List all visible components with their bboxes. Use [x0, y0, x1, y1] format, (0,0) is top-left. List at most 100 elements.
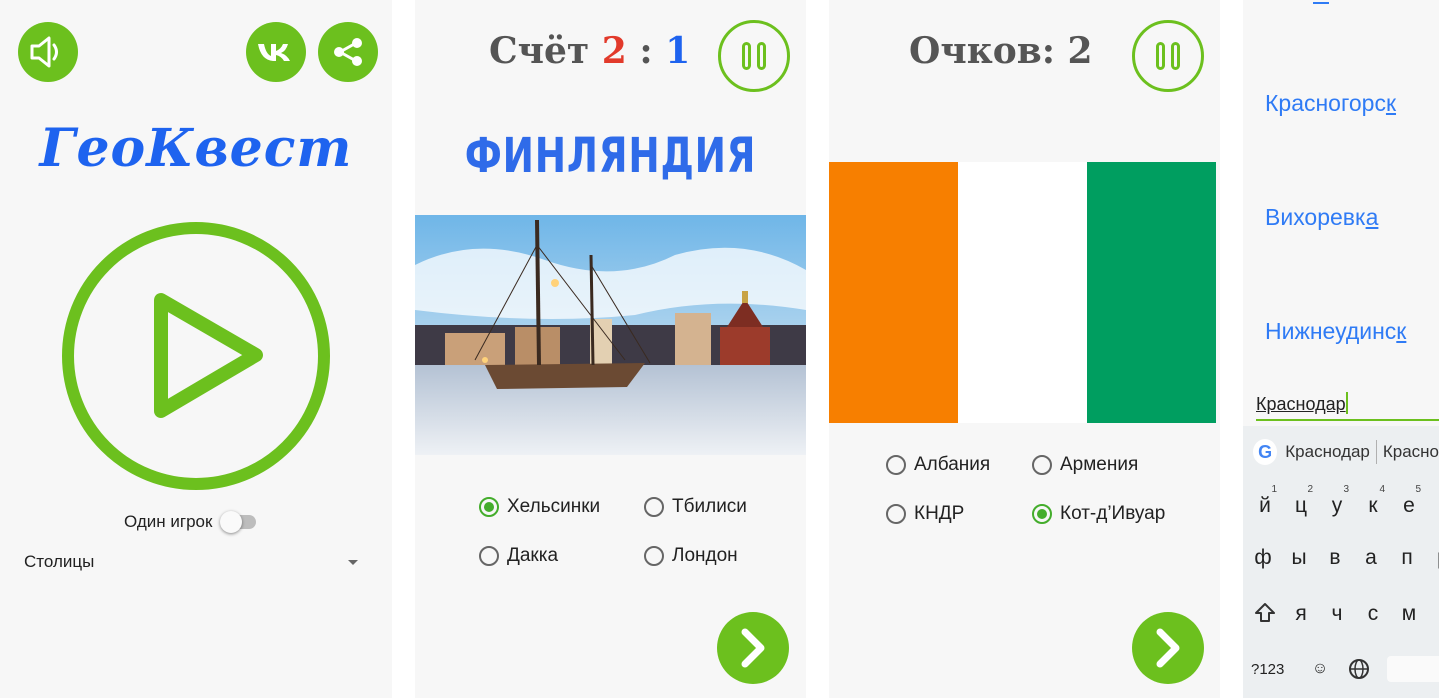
answer-label: Кот-д’Ивуар: [1060, 503, 1166, 524]
answer-option-4[interactable]: Лондон: [644, 545, 738, 567]
city-last-letter: к: [1385, 90, 1397, 116]
city-input-value: Краснодар: [1256, 394, 1346, 414]
language-key[interactable]: [1339, 658, 1379, 680]
key[interactable]: е5: [1391, 484, 1427, 518]
radio-checked-icon: [1032, 504, 1052, 524]
radio-icon: [886, 504, 906, 524]
city-stem: Красногорс: [1265, 90, 1386, 116]
divider: [1375, 440, 1377, 464]
suggestion-item[interactable]: Краснодар: [1285, 442, 1370, 462]
key[interactable]: ч: [1319, 602, 1355, 627]
city-last-letter: к: [1396, 318, 1407, 344]
answer-label: Тбилиси: [672, 496, 747, 517]
key[interactable]: я: [1283, 602, 1319, 627]
city-game-screen: Красногорск Вихоревка Нижнеудинск Красно…: [1243, 0, 1439, 698]
score-left: 2: [601, 30, 627, 72]
city-item: Вихоревка: [1265, 204, 1378, 231]
previous-city-fragment: [1313, 0, 1329, 4]
key[interactable]: п: [1389, 546, 1425, 570]
switch-knob: [220, 511, 243, 533]
key[interactable]: р: [1425, 546, 1439, 570]
answer-label: Хельсинки: [507, 496, 601, 517]
vk-share-button[interactable]: [246, 22, 306, 82]
answer-option-4[interactable]: Кот-д’Ивуар: [1032, 503, 1165, 525]
city-last-letter: а: [1365, 204, 1379, 230]
score-display: Счёт 2 : 1: [489, 30, 690, 72]
radio-icon: [644, 546, 664, 566]
speaker-icon: [30, 36, 58, 68]
pause-button[interactable]: [1132, 20, 1204, 92]
google-icon[interactable]: G: [1253, 439, 1278, 465]
share-button[interactable]: [318, 22, 378, 82]
answer-label: Лондон: [672, 545, 738, 566]
capital-quiz-screen: Счёт 2 : 1 ФИНЛЯНДИЯ Хельсинки Тбилиси Д…: [415, 0, 806, 698]
radio-icon: [1032, 455, 1052, 475]
input-underline: [1256, 419, 1439, 421]
play-button[interactable]: [60, 220, 332, 492]
suggestion-item[interactable]: Красно: [1383, 442, 1439, 462]
radio-checked-icon: [479, 497, 499, 517]
next-button[interactable]: [1132, 612, 1204, 684]
answer-option-2[interactable]: Тбилиси: [644, 496, 747, 518]
key[interactable]: и: [1427, 602, 1439, 627]
key[interactable]: ы: [1281, 546, 1317, 570]
answer-label: Албания: [914, 454, 991, 475]
country-name: ФИНЛЯНДИЯ: [464, 128, 757, 184]
sound-button[interactable]: [18, 22, 78, 82]
play-icon: [154, 293, 263, 418]
key[interactable]: й1: [1247, 484, 1283, 518]
one-player-switch[interactable]: [220, 511, 257, 533]
pause-bar-icon: [1156, 42, 1165, 70]
pause-button[interactable]: [718, 20, 790, 92]
answer-option-1[interactable]: Хельсинки: [479, 496, 600, 518]
answer-option-2[interactable]: Армения: [1032, 454, 1138, 476]
key[interactable]: н: [1427, 494, 1439, 518]
key[interactable]: с: [1355, 602, 1391, 627]
chevron-right-icon: [741, 628, 765, 668]
symbols-key[interactable]: ?123: [1251, 661, 1301, 678]
answer-option-3[interactable]: КНДР: [886, 503, 964, 525]
answer-option-1[interactable]: Албания: [886, 454, 990, 476]
key[interactable]: ф: [1245, 546, 1281, 570]
key[interactable]: м: [1391, 602, 1427, 627]
suggestion-bar: G Краснодар Красно: [1243, 426, 1439, 478]
radio-icon: [886, 455, 906, 475]
globe-icon: [1349, 659, 1369, 679]
key[interactable]: в: [1317, 546, 1353, 570]
next-button[interactable]: [717, 612, 789, 684]
city-stem: Нижнеудинс: [1265, 318, 1397, 344]
city-item: Красногорск: [1265, 90, 1396, 117]
key[interactable]: у3: [1319, 484, 1355, 518]
radio-icon: [479, 546, 499, 566]
score-separator: :: [639, 30, 653, 72]
city-input[interactable]: Краснодар: [1256, 392, 1348, 415]
play-ring: [62, 222, 330, 490]
answer-option-3[interactable]: Дакка: [479, 545, 558, 567]
keyboard-row-4: ?123 ☺ Р: [1251, 656, 1439, 682]
text-cursor: [1345, 392, 1348, 414]
keyboard-row-3: я ч с м и: [1247, 602, 1439, 627]
key[interactable]: а: [1353, 546, 1389, 570]
pause-bar-icon: [1171, 42, 1180, 70]
answer-label: Дакка: [507, 545, 559, 566]
city-stem: Вихоревк: [1265, 204, 1366, 230]
city-item: Нижнеудинск: [1265, 318, 1406, 345]
score-right: 1: [665, 30, 691, 72]
keyboard-row-1: й1 ц2 у3 к4 е5 н: [1247, 484, 1439, 518]
space-key[interactable]: Р: [1387, 656, 1439, 682]
score-label: Счёт: [489, 30, 590, 72]
answer-label: КНДР: [914, 503, 965, 524]
key[interactable]: ц2: [1283, 484, 1319, 518]
menu-screen: ГеоКвест Один игрок Столицы: [0, 0, 392, 698]
key[interactable]: к4: [1355, 484, 1391, 518]
country-photo: [415, 215, 806, 455]
radio-icon: [644, 497, 664, 517]
points-display: Очков: 2: [909, 30, 1093, 72]
country-flag: [829, 162, 1216, 423]
category-select[interactable]: Столицы: [24, 548, 360, 576]
chevron-right-icon: [1156, 628, 1180, 668]
flag-stripe: [1087, 162, 1216, 423]
shift-key[interactable]: [1247, 602, 1283, 627]
pause-bar-icon: [742, 42, 751, 70]
emoji-key-icon[interactable]: ☺: [1301, 660, 1339, 678]
